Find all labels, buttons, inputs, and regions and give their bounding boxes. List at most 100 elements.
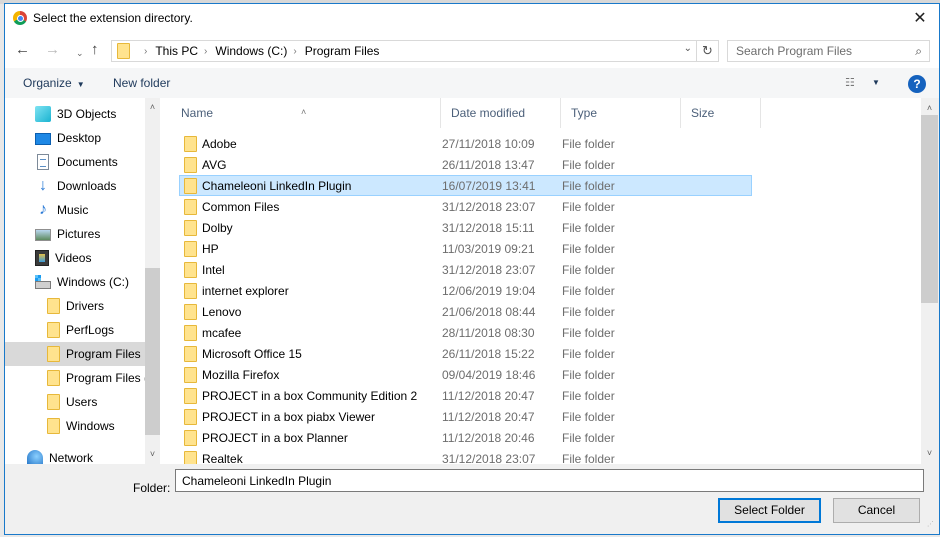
folder-icon <box>184 262 197 278</box>
column-header-date-modified[interactable]: Date modified <box>441 98 561 128</box>
folder-icon <box>184 325 197 341</box>
file-list-scrollbar[interactable]: ˄ ˅ <box>921 98 938 464</box>
scroll-down-icon[interactable]: ˅ <box>921 445 938 462</box>
file-row[interactable]: HP 11/03/2019 09:21 File folder <box>179 238 752 259</box>
file-row[interactable]: Realtek 31/12/2018 23:07 File folder <box>179 448 752 464</box>
resize-grip-icon[interactable]: ⋰ <box>927 521 937 532</box>
file-row[interactable]: Mozilla Firefox 09/04/2019 18:46 File fold… <box>179 364 752 385</box>
file-type: File folder <box>562 158 615 172</box>
file-row[interactable]: Adobe 27/11/2018 10:09 File folder <box>179 133 752 154</box>
nav-item-label: Network <box>49 451 94 464</box>
nav-item-program-files-x86[interactable]: Program Files ( <box>5 366 145 390</box>
file-row[interactable]: PROJECT in a box piabx Viewer 11/12/2018 … <box>179 406 752 427</box>
nav-item-windows-c[interactable]: Windows (C:) <box>5 270 145 294</box>
file-name: HP <box>202 242 219 256</box>
chrome-icon <box>13 11 27 25</box>
nav-item-windows[interactable]: Windows <box>5 414 145 438</box>
file-row[interactable]: internet explorer 12/06/2019 19:04 File fo… <box>179 280 752 301</box>
file-row[interactable]: mcafee 28/11/2018 08:30 File folder <box>179 322 752 343</box>
nav-item-music[interactable]: ♪ Music <box>5 198 145 222</box>
breadcrumb-windows-c[interactable]: Windows (C:) <box>215 44 287 58</box>
up-arrow-icon[interactable]: ↑ <box>91 41 99 59</box>
forward-arrow-icon[interactable]: → <box>45 41 60 59</box>
nav-item-label: Drivers <box>66 299 104 313</box>
folder-name-input[interactable] <box>175 469 924 492</box>
file-type: File folder <box>562 347 615 361</box>
column-header-size[interactable]: Size <box>681 98 761 128</box>
column-header-name[interactable]: Name ˄ <box>171 98 441 128</box>
nav-item-label: Videos <box>55 251 92 265</box>
folder-icon <box>184 136 197 152</box>
column-header-label: Name <box>181 106 214 120</box>
help-button[interactable]: ? <box>908 75 926 93</box>
file-type: File folder <box>562 389 615 403</box>
nav-item-videos[interactable]: Videos <box>5 246 145 270</box>
breadcrumb-separator-icon[interactable]: › <box>293 46 296 57</box>
column-header-type[interactable]: Type <box>561 98 681 128</box>
scrollbar-thumb[interactable] <box>921 115 938 303</box>
organize-button[interactable]: Organize ▼ <box>23 76 85 90</box>
file-row[interactable]: AVG 26/11/2018 13:47 File folder <box>179 154 752 175</box>
file-type: File folder <box>562 200 615 214</box>
file-date-modified: 11/12/2018 20:46 <box>442 431 535 445</box>
file-row[interactable]: PROJECT in a box Planner 11/12/2018 20:46… <box>179 427 752 448</box>
title-bar: Select the extension directory. ✕ <box>5 4 939 32</box>
nav-item-label: Downloads <box>57 179 117 193</box>
file-row[interactable]: Common Files 31/12/2018 23:07 File folder <box>179 196 752 217</box>
file-row[interactable]: Chameleoni LinkedIn Plugin 16/07/2019 13:… <box>179 175 752 196</box>
recent-locations-chevron-icon[interactable]: ⌄ <box>76 44 84 62</box>
pane-divider[interactable] <box>160 98 171 464</box>
file-date-modified: 11/12/2018 20:47 <box>442 389 535 403</box>
close-button[interactable]: ✕ <box>901 4 939 32</box>
file-row[interactable]: Lenovo 21/06/2018 08:44 File folder <box>179 301 752 322</box>
folder-icon <box>184 178 197 194</box>
breadcrumb-program-files[interactable]: Program Files <box>305 44 380 58</box>
nav-item-drivers[interactable]: Drivers <box>5 294 145 318</box>
file-date-modified: 31/12/2018 23:07 <box>442 263 536 277</box>
nav-item-program-files[interactable]: Program Files <box>5 342 145 366</box>
nav-item-documents[interactable]: Documents <box>5 150 145 174</box>
back-arrow-icon[interactable]: ← <box>15 41 30 59</box>
refresh-icon[interactable]: ↻ <box>696 41 718 61</box>
nav-item-label: Pictures <box>57 227 101 241</box>
scrollbar-thumb[interactable] <box>145 268 160 435</box>
file-type: File folder <box>562 410 615 424</box>
nav-item-users[interactable]: Users <box>5 390 145 414</box>
search-icon[interactable]: ⌕ <box>915 44 922 59</box>
nav-item-label: Windows (C:) <box>57 275 130 289</box>
caret-down-icon: ▼ <box>76 80 85 89</box>
new-folder-button[interactable]: New folder <box>113 76 170 90</box>
select-folder-dialog: Select the extension directory. ✕ ← → ⌄ … <box>4 3 940 535</box>
search-input[interactable] <box>728 41 903 61</box>
file-date-modified: 31/12/2018 15:11 <box>442 221 535 235</box>
folder-icon <box>47 298 60 314</box>
file-row[interactable]: Microsoft Office 15 26/11/2018 15:22 File … <box>179 343 752 364</box>
file-date-modified: 26/11/2018 13:47 <box>442 158 535 172</box>
file-row[interactable]: Intel 31/12/2018 23:07 File folder <box>179 259 752 280</box>
documents-icon <box>37 154 49 170</box>
folder-icon <box>47 418 60 434</box>
nav-item-perflogs[interactable]: PerfLogs <box>5 318 145 342</box>
file-name: AVG <box>202 158 227 172</box>
address-bar[interactable]: › This PC › Windows (C:) › Program Files… <box>111 40 719 62</box>
nav-item-label: PerfLogs <box>66 323 115 337</box>
scroll-down-icon[interactable]: ˅ <box>145 447 160 462</box>
file-row[interactable]: PROJECT in a box Community Edition 2 11/1… <box>179 385 752 406</box>
address-history-chevron-icon[interactable]: ⌄ <box>684 43 692 54</box>
select-folder-button[interactable]: Select Folder <box>718 498 821 523</box>
nav-item-network[interactable]: Network <box>5 446 145 464</box>
view-options-caret-icon[interactable]: ▼ <box>872 78 880 87</box>
breadcrumb-this-pc[interactable]: This PC <box>155 44 198 58</box>
scroll-up-icon[interactable]: ˄ <box>145 100 160 115</box>
view-details-icon[interactable]: ☷ <box>845 76 855 89</box>
breadcrumb-separator-icon[interactable]: › <box>204 46 207 57</box>
search-box: ⌕ <box>727 40 930 62</box>
file-row[interactable]: Dolby 31/12/2018 15:11 File folder <box>179 217 752 238</box>
navigation-pane-scrollbar[interactable]: ˄ ˅ <box>145 98 160 464</box>
nav-item-pictures[interactable]: Pictures <box>5 222 145 246</box>
nav-item-desktop[interactable]: Desktop <box>5 126 145 150</box>
cancel-button[interactable]: Cancel <box>833 498 920 523</box>
breadcrumb: › This PC › Windows (C:) › Program Files <box>138 44 379 58</box>
nav-item-3d-objects[interactable]: 3D Objects <box>5 102 145 126</box>
nav-item-downloads[interactable]: ↓ Downloads <box>5 174 145 198</box>
